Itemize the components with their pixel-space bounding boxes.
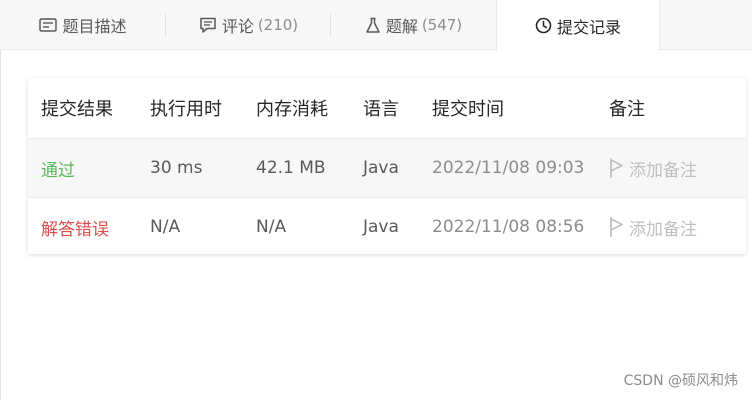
tab-solutions-count: (547) [421,16,463,34]
tab-comments-label: 评论 [221,17,254,36]
header-runtime: 执行用时 [150,99,222,120]
tab-solutions-label: 题解 [385,17,418,36]
result-link[interactable]: 通过 [41,139,75,197]
header-submit-time: 提交时间 [432,99,504,120]
result-link[interactable]: 解答错误 [41,198,109,254]
memory-value: 42.1 MB [256,158,326,178]
header-result: 提交结果 [41,99,113,120]
memory-value: N/A [256,217,287,237]
submission-table: 提交结果 执行用时 内存消耗 语言 提交时间 备注 通过 30 ms 42.1 … [28,78,746,254]
submit-time-value: 2022/11/08 09:03 [432,158,585,178]
add-note-button[interactable]: 添加备注 [609,139,697,197]
table-row: 解答错误 N/A N/A Java 2022/11/08 08:56 添加备注 [28,197,746,254]
comment-icon [199,17,217,34]
flag-icon [610,158,623,178]
add-note-label: 添加备注 [629,219,697,240]
add-note-label: 添加备注 [629,160,697,181]
clock-icon [535,17,552,34]
runtime-value: N/A [150,217,181,237]
header-note: 备注 [609,99,645,120]
tab-solutions[interactable]: 题解 (547) [331,0,496,50]
language-value: Java [363,158,399,178]
description-icon [39,18,58,32]
table-row: 通过 30 ms 42.1 MB Java 2022/11/08 09:03 添… [28,138,746,197]
watermark: CSDN @硕风和炜 [623,373,738,389]
tab-description-label: 题目描述 [62,17,127,36]
flag-icon [610,217,623,237]
flask-icon [365,17,381,34]
tab-comments[interactable]: 评论 (210) [166,0,331,50]
language-value: Java [363,217,399,237]
tab-submissions-label: 提交记录 [556,17,621,37]
left-edge-divider [0,0,1,400]
tab-bar: 题目描述 评论 (210) 题解 (547) 提交记录 [0,0,752,51]
tab-comments-count: (210) [257,16,299,34]
header-memory: 内存消耗 [256,99,328,120]
submit-time-value: 2022/11/08 08:56 [432,217,585,237]
tab-description[interactable]: 题目描述 [0,0,166,50]
add-note-button[interactable]: 添加备注 [609,198,697,254]
header-language: 语言 [363,99,399,120]
table-header-row: 提交结果 执行用时 内存消耗 语言 提交时间 备注 [28,78,746,138]
tab-submissions[interactable]: 提交记录 [496,0,660,51]
runtime-value: 30 ms [150,158,203,178]
